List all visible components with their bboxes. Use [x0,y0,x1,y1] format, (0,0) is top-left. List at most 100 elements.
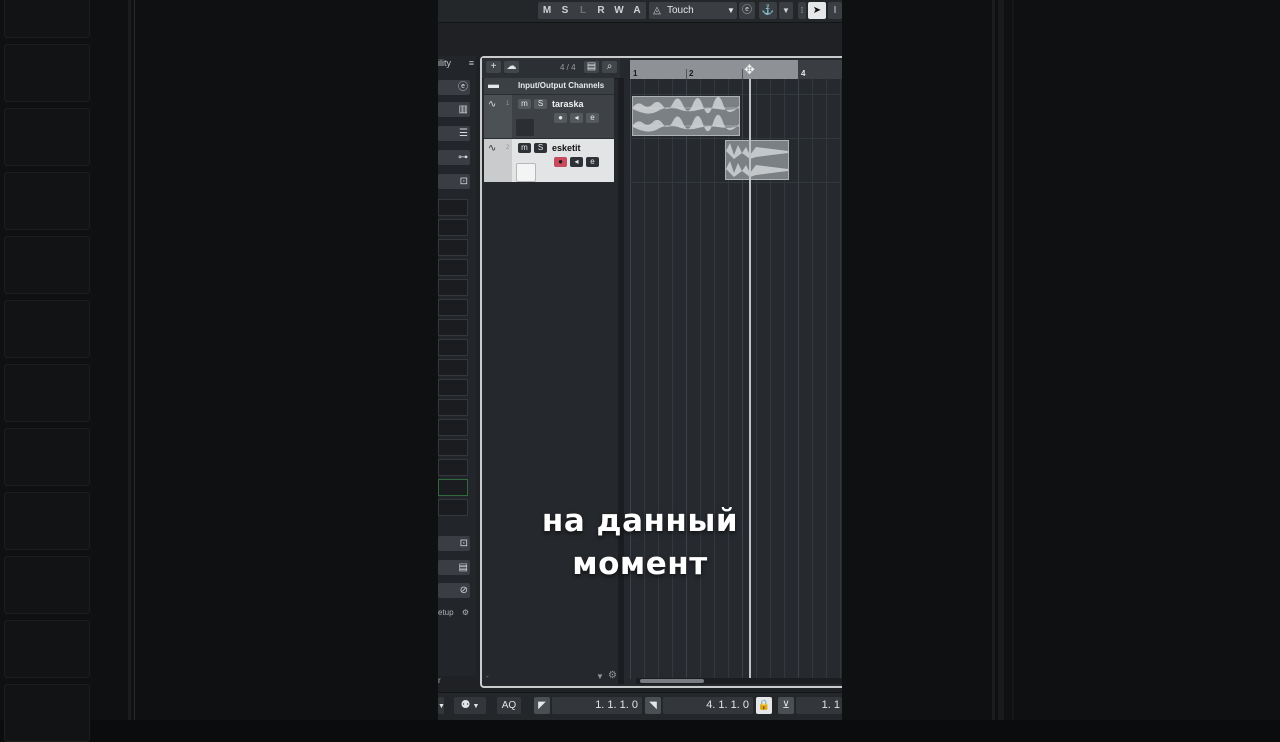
tool-separator-handle[interactable]: ⁞ [798,2,806,19]
track-number: 2 [506,145,510,151]
automation-all-button[interactable]: A [628,2,646,19]
track-picture [516,119,534,136]
left-locator-value[interactable]: 1. 1. 1. 0 [552,697,642,714]
find-track-button[interactable]: ⌕ [602,61,617,73]
track-visibility-button[interactable]: ▤ [584,61,599,73]
row-separator [630,182,842,183]
edit-channel-button[interactable]: e [586,157,599,167]
horizontal-scrollbar[interactable] [636,678,842,684]
cycle-region[interactable] [630,60,798,79]
chevron-down-icon: ▼ [438,703,445,710]
monitor-button[interactable]: ◂ [570,113,583,123]
auto-quantize-button[interactable]: AQ [497,697,521,714]
inspector-slot[interactable] [438,399,468,416]
inspector-slot[interactable] [438,239,468,256]
folder-track[interactable]: ▬ Input/Output Channels [484,78,614,94]
global-track-states: M S L R W A [538,2,646,19]
audio-event-taraska[interactable] [632,96,740,136]
track-taraska[interactable]: ∿ 1 m S taraska ● ◂ e [484,94,614,138]
inspector-slot[interactable] [438,439,468,456]
edit-channel-button[interactable]: ⓔ [438,80,470,95]
inspector-slot[interactable] [438,459,468,476]
track-presets-button[interactable]: ☁ [504,61,519,73]
ghost-row [4,556,90,614]
solo-label: S [537,99,544,108]
mute-button[interactable]: m [518,143,531,153]
inspector-slot[interactable] [438,259,468,276]
grid-line [630,79,631,679]
read-all-button[interactable]: R [592,2,610,19]
scrollbar-thumb[interactable] [640,679,704,683]
eq-button[interactable]: ⊶ [438,150,470,165]
inspector-slot[interactable] [438,199,468,216]
position-display[interactable]: 1. 1 [796,697,842,714]
monitor-button[interactable]: ◂ [570,157,583,167]
solo-button[interactable]: S [534,143,547,153]
edit-channel-button[interactable]: e [586,113,599,123]
search-icon: ⌕ [606,61,613,72]
row-separator [630,138,842,139]
ghost-row [4,44,90,102]
ruler-bar-1: 1 [633,69,638,78]
mute-all-button[interactable]: M [538,2,556,19]
punch-button[interactable]: ⊻ [778,697,794,714]
phase-button[interactable]: ⊡ [438,174,470,189]
speaker-icon: ◂ [574,157,579,166]
inspector-slot[interactable] [438,359,468,376]
track-number: 1 [506,101,510,107]
grid-line [672,79,673,679]
record-enable-button[interactable]: ● [554,157,567,167]
audio-event-esketit[interactable] [725,140,789,180]
edit-button[interactable]: ⓔ [739,2,755,19]
right-locator-value[interactable]: 4. 1. 1. 0 [663,697,753,714]
automation-mode-select[interactable]: ◬ Touch ▼ [649,2,737,19]
record-mode-icon: ⚉ [460,699,471,711]
range-tool[interactable]: I [828,2,842,19]
top-toolbar: M S L R W A ◬ Touch ▼ ⓔ ⚓ ▼ ⁞ ➤ I [438,0,842,23]
mute-button[interactable]: m [518,99,531,109]
chevron-down-icon: ▼ [782,6,790,15]
snap-dropdown[interactable]: ▼ [779,2,793,19]
caption-line-2: момент [572,546,708,582]
audio-waveform-icon: ∿ [488,99,497,110]
track-list-divider[interactable] [618,78,624,684]
inspector-slot[interactable] [438,379,468,396]
listen-all-button[interactable]: L [574,2,592,19]
track-list-footer-label: - [486,672,489,681]
timeline-ruler[interactable]: 1 2 4 ✥ [630,60,842,79]
track-esketit[interactable]: ∿ 2 m S esketit ● ◂ e [484,138,614,182]
solo-button[interactable]: S [534,99,547,109]
lock-button[interactable]: 🔒 [756,697,772,714]
chevron-down-icon[interactable]: ▼ [596,672,604,681]
meter-icon: ▥ [458,104,468,115]
inspector-slot[interactable] [438,479,468,496]
inspector-slot[interactable] [438,279,468,296]
project-cursor[interactable] [749,79,751,681]
object-selection-tool[interactable]: ➤ [808,2,826,19]
transport-menu[interactable]: ▼ [438,697,445,714]
setup-row[interactable]: etup ⚙ [438,608,469,617]
inserts-button[interactable]: ☰ [438,126,470,141]
track-name[interactable]: taraska [552,99,584,109]
inspector-slot[interactable] [438,319,468,336]
ghost-row [4,684,90,742]
snap-quantize-select[interactable]: ⚉ ▼ [454,697,486,714]
inspector-slot[interactable] [438,219,468,236]
inspector-slot[interactable] [438,299,468,316]
inspector-slot[interactable] [438,339,468,356]
event-display[interactable] [630,79,842,681]
add-track-button[interactable]: + [486,61,501,73]
ghost-row [4,492,90,550]
meter-button[interactable]: ▥ [438,102,470,117]
solo-label: S [537,143,544,152]
gear-icon[interactable]: ⚙ [608,670,617,681]
write-all-button[interactable]: W [610,2,628,19]
record-enable-button[interactable]: ● [554,113,567,123]
snap-mode-button[interactable]: ⚓ [759,2,777,19]
inspector-slot[interactable] [438,419,468,436]
solo-all-button[interactable]: S [556,2,574,19]
menu-icon[interactable]: ≡ [469,58,474,68]
left-locator-button[interactable]: ◤ [534,697,550,714]
track-name[interactable]: esketit [552,143,581,153]
right-locator-button[interactable]: ◥ [645,697,661,714]
